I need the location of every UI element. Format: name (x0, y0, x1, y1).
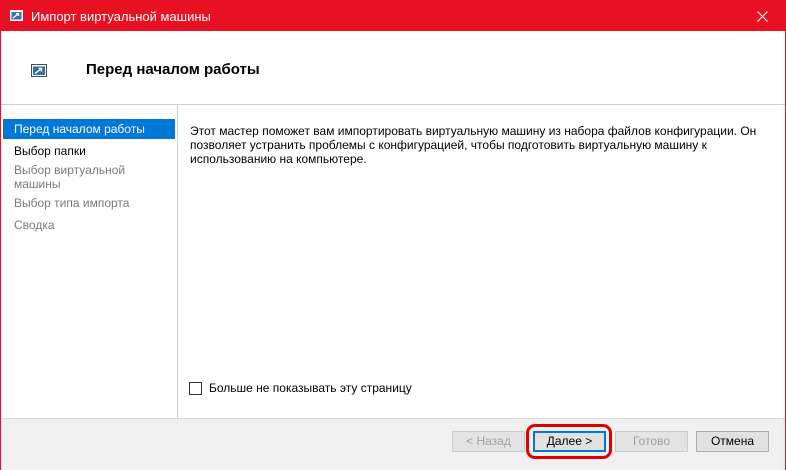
description-text: Этот мастер поможет вам импортировать ви… (190, 124, 757, 166)
wizard-footer: < Назад Далее > Готово Отмена (1, 418, 785, 470)
wizard-content: Этот мастер поможет вам импортировать ви… (178, 105, 785, 418)
cancel-button[interactable]: Отмена (696, 431, 769, 452)
sidebar-item-select-vm: Выбор виртуальной машины (14, 163, 126, 191)
dont-show-again-row[interactable]: Больше не показывать эту страницу (189, 381, 412, 395)
close-button[interactable] (739, 1, 785, 31)
close-icon (756, 10, 768, 22)
title-bar: Импорт виртуальной машины (1, 1, 785, 31)
next-button[interactable]: Далее > (533, 431, 606, 452)
import-vm-icon (10, 10, 23, 21)
page-title: Перед началом работы (86, 61, 260, 78)
finish-button: Готово (615, 431, 688, 452)
dont-show-again-label[interactable]: Больше не показывать эту страницу (209, 381, 412, 395)
sidebar-item-before-you-begin[interactable]: Перед началом работы (3, 119, 175, 139)
import-vm-icon (31, 64, 47, 77)
window-title: Импорт виртуальной машины (31, 9, 211, 24)
import-vm-window: Импорт виртуальной машины Перед началом … (0, 0, 786, 470)
sidebar-item-summary: Сводка (14, 218, 55, 232)
sidebar-item-select-folder[interactable]: Выбор папки (3, 144, 175, 158)
back-button: < Назад (452, 431, 525, 452)
dont-show-again-checkbox[interactable] (189, 381, 202, 395)
wizard-header: Перед началом работы (1, 31, 785, 105)
wizard-steps-sidebar: Перед началом работы Выбор папки Выбор в… (1, 105, 178, 418)
sidebar-item-import-type: Выбор типа импорта (14, 196, 130, 210)
